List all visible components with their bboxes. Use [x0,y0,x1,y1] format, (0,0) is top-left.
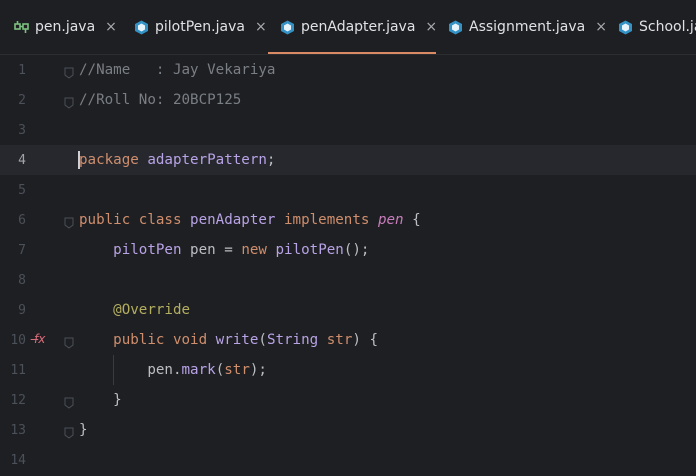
code-token: public void [79,332,216,348]
code-line[interactable]: 9 @Override [0,295,696,325]
code-token: } [79,422,88,438]
code-token: @Override [79,302,191,318]
override-method-icon[interactable]: f̶x [34,332,50,348]
code-token: pilotPen [79,242,182,258]
fold-marker-icon[interactable] [64,334,74,349]
line-number: 6 [18,212,26,228]
code-token: . [172,362,182,378]
code-token: ( [258,332,267,348]
code-line[interactable]: 6 public class penAdapter implements pen … [0,205,696,235]
code-text: pen.mark(str); [79,362,267,378]
code-text: package adapterPattern; [79,152,275,168]
code-token: = [224,242,242,258]
code-token: //Roll No: 20BCP125 [79,92,242,108]
code-token: String [266,332,319,348]
close-tab-icon[interactable]: × [105,19,117,35]
fold-marker-icon[interactable] [64,394,74,409]
line-number: 12 [10,392,26,408]
code-token: public class [79,212,191,228]
code-token: } [79,392,122,408]
tab-assignment-java[interactable]: Assignment.java × [436,0,607,54]
line-number: 8 [18,272,26,288]
code-line[interactable]: 3 [0,115,696,145]
code-token: mark [181,362,216,378]
line-number: 14 [10,452,26,468]
indent-guide [113,355,114,385]
fold-marker-icon[interactable] [64,94,74,109]
code-token: ; [266,152,276,168]
code-line[interactable]: 7 pilotPen pen = new pilotPen(); [0,235,696,265]
code-token: str [224,362,250,378]
close-tab-icon[interactable]: × [255,19,267,35]
code-line[interactable]: 11 pen.mark(str); [0,355,696,385]
code-token: new [241,242,276,258]
code-token: ); [249,362,267,378]
fold-marker-icon[interactable] [64,64,74,79]
code-line[interactable]: 14 [0,445,696,475]
code-token: pen [181,242,225,258]
fold-marker-icon[interactable] [64,214,74,229]
code-token: pilotPen [275,242,344,258]
line-number: 13 [10,422,26,438]
line-number: 5 [18,182,26,198]
line-number: 10 [10,332,26,348]
code-text: } [79,422,88,438]
code-text: //Name : Jay Vekariya [79,62,275,78]
code-token: implements [275,212,378,228]
tab-pilotpen-java[interactable]: pilotPen.java × [122,0,268,54]
code-line[interactable]: 2 //Roll No: 20BCP125 [0,85,696,115]
line-number: 11 [10,362,26,378]
line-number: 7 [18,242,26,258]
code-token: write [215,332,259,348]
code-token: package [79,152,139,168]
fold-marker-icon[interactable] [64,424,74,439]
code-line[interactable]: 12 } [0,385,696,415]
class-icon [134,20,149,35]
tab-pen-java[interactable]: pen.java × [0,0,122,54]
text-caret [78,151,80,169]
code-token: //Name : Jay Vekariya [79,62,276,78]
interface-icon [14,20,29,35]
code-line[interactable]: 13} [0,415,696,445]
code-line[interactable]: 4 package adapterPattern; [0,145,696,175]
code-line[interactable]: 10 public void write(String str) { f̶x [0,325,696,355]
code-token: penAdapter [190,212,276,228]
tab-school-ja[interactable]: School.ja [606,0,696,54]
tab-label: pen.java [35,19,96,35]
line-number: 9 [18,302,26,318]
code-text: public void write(String str) { [79,332,378,348]
code-line[interactable]: 5 [0,175,696,205]
tab-label: penAdapter.java [301,19,416,35]
code-token: pen [79,362,173,378]
tab-label: School.ja [639,19,696,35]
code-text: public class penAdapter implements pen { [79,212,421,228]
line-number: 3 [18,122,26,138]
tab-penadapter-java[interactable]: penAdapter.java × [268,0,437,54]
code-text: //Roll No: 20BCP125 [79,92,241,108]
class-icon [618,20,633,35]
editor-tab-bar: pen.java × pilotPen.java × penAdapter.java × A… [0,0,696,55]
line-number: 4 [18,152,26,168]
line-number: 1 [18,62,26,78]
code-token: ( [215,362,225,378]
code-line[interactable]: 8 [0,265,696,295]
class-icon [448,20,463,35]
code-editor[interactable]: 1 //Name : Jay Vekariya 2 //Roll No: 20BCP1… [0,55,696,476]
code-text: } [79,392,122,408]
code-token: adapterPattern [138,152,267,168]
code-text: pilotPen pen = new pilotPen(); [79,242,369,258]
code-token: (); [343,242,370,258]
code-token: { [403,212,421,228]
line-number: 2 [18,92,26,108]
tab-label: pilotPen.java [155,19,245,35]
code-token: ) { [352,332,378,348]
code-token: str [326,332,353,348]
code-token: pen [377,212,404,228]
tab-label: Assignment.java [469,19,586,35]
code-line[interactable]: 1 //Name : Jay Vekariya [0,55,696,85]
class-icon [280,20,295,35]
code-text: @Override [79,302,190,318]
